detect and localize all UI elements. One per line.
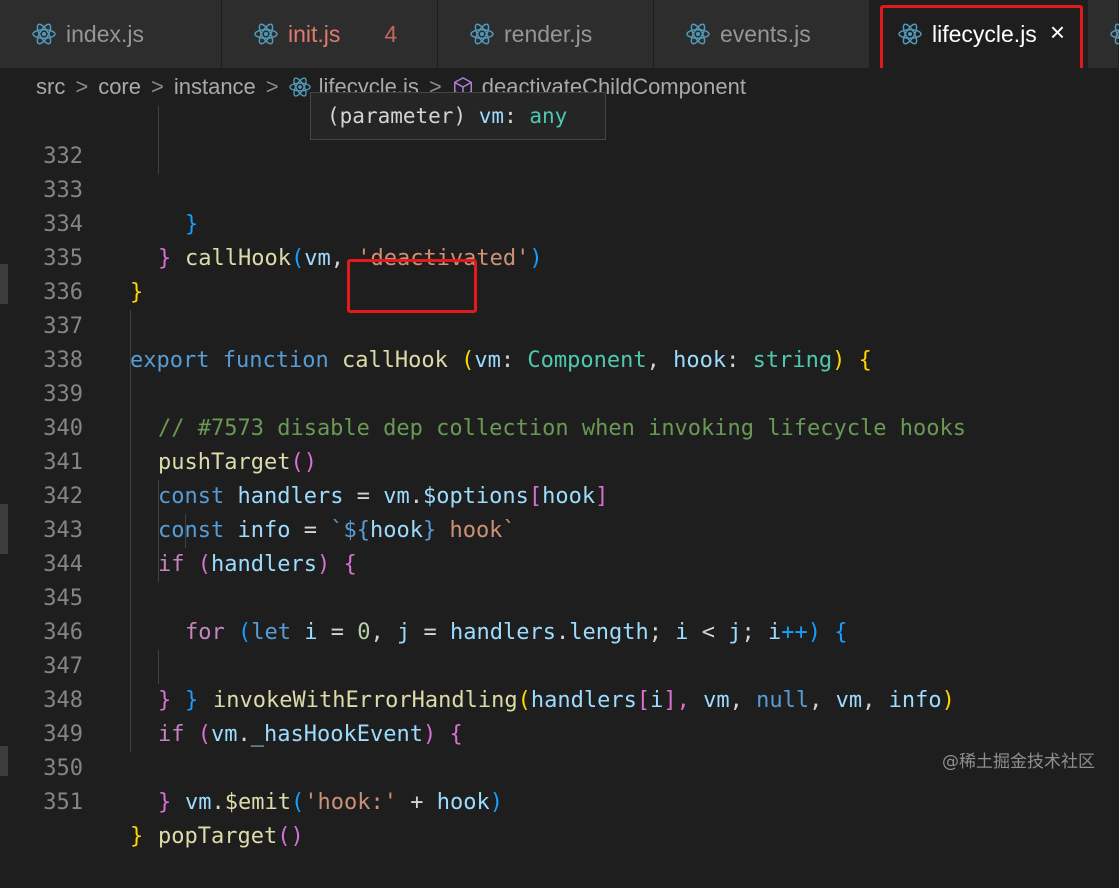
indent-guide (130, 548, 131, 582)
code-line[interactable]: 346 } (0, 582, 1119, 713)
react-icon (1110, 23, 1119, 45)
react-icon (470, 23, 494, 45)
indent-guide (130, 412, 131, 446)
indent-guide (185, 514, 186, 548)
tooltip-type: any (529, 104, 568, 128)
indent-guide (158, 514, 159, 548)
breadcrumb-separator: > (150, 74, 164, 99)
tab-label: index.js (66, 20, 144, 47)
code-line[interactable]: 349 } (0, 684, 1119, 815)
indent-guide (130, 514, 131, 548)
tab-label: render.js (504, 20, 593, 47)
hover-tooltip: (parameter) vm: any (310, 92, 606, 140)
code-line[interactable]: 341 const info = `${hook} hook` (0, 412, 1119, 543)
breadcrumb-instance[interactable]: instance (174, 74, 256, 100)
tooltip-colon: : (504, 104, 517, 128)
code-text: } (158, 790, 172, 815)
code-line[interactable]: 345 } (0, 548, 1119, 713)
code-text: popTarget() (158, 824, 304, 849)
react-icon (32, 23, 56, 45)
indent-guide (130, 582, 131, 616)
indent-guide (130, 684, 131, 718)
indent-guide (130, 650, 131, 684)
tab-index-js[interactable]: index.js (0, 0, 222, 68)
tab-events-js[interactable]: events.js (654, 0, 870, 68)
indent-guide (130, 378, 131, 412)
react-icon (898, 23, 922, 45)
code-editor[interactable]: 332 } 333 callHook(vm, 'deactivated') 33… (0, 106, 1119, 849)
tab-label: events.js (720, 20, 811, 47)
tab-lifecycle-js[interactable]: lifecycle.js × (870, 0, 1088, 68)
indent-guide (158, 548, 159, 582)
react-icon (686, 23, 710, 45)
tab-render-js[interactable]: render.js (438, 0, 654, 68)
indent-guide (130, 616, 131, 650)
problem-count-badge: 4 (384, 20, 398, 47)
indent-guide (130, 446, 131, 480)
react-icon (254, 23, 278, 45)
code-line[interactable]: 338 // #7573 disable dep collection when… (0, 310, 1119, 441)
code-line[interactable]: 343 for (let i = 0, j = handlers.length;… (0, 480, 1119, 645)
tab-overflow[interactable] (1088, 0, 1119, 68)
code-text: } (130, 824, 144, 849)
code-line[interactable]: 333 callHook(vm, 'deactivated') (0, 140, 1119, 271)
code-line[interactable]: 344 invokeWithErrorHandling(handlers[i],… (0, 514, 1119, 713)
code-line[interactable]: 347 if (vm._hasHookEvent) { (0, 616, 1119, 747)
indent-guide (130, 344, 131, 378)
tab-init-js[interactable]: init.js 4 (222, 0, 438, 68)
code-line[interactable]: 348 vm.$emit('hook:' + hook) (0, 650, 1119, 815)
close-icon[interactable]: × (1050, 18, 1065, 46)
tooltip-kind: parameter (339, 104, 454, 128)
tab-label: init.js (288, 20, 341, 47)
react-icon (288, 77, 311, 97)
line-number: 351 (43, 790, 83, 815)
indent-guide (130, 480, 131, 514)
indent-guide (158, 480, 159, 514)
code-text: vm.$emit('hook:' + hook) (185, 790, 503, 815)
code-line[interactable]: 334 } (0, 174, 1119, 271)
tooltip-name: vm (478, 104, 505, 128)
breadcrumb-separator: > (75, 74, 89, 99)
code-line[interactable]: 335 } (0, 208, 1119, 305)
indent-guide (130, 718, 131, 752)
breadcrumb-src[interactable]: src (36, 74, 65, 100)
breadcrumb-core[interactable]: core (98, 74, 141, 100)
indent-guide (158, 650, 159, 684)
code-line[interactable]: 340 const handlers = vm.$options[hook] (0, 378, 1119, 509)
indent-guide (158, 140, 159, 174)
tooltip-paren-open: ( (327, 104, 340, 128)
code-line[interactable]: 337 export function callHook (vm: Compon… (0, 276, 1119, 373)
code-line[interactable]: 339 pushTarget() (0, 344, 1119, 475)
code-line[interactable]: 342 if (handlers) { (0, 446, 1119, 577)
tab-bar: index.js init.js 4 render.js events.js l… (0, 0, 1119, 82)
watermark: @稀土掘金技术社区 (942, 752, 1095, 772)
indent-guide (130, 310, 131, 344)
tooltip-paren-close: ) (453, 104, 467, 128)
tab-label: lifecycle.js (932, 20, 1037, 47)
breadcrumb-separator: > (265, 74, 279, 99)
indent-guide (158, 106, 159, 140)
code-line[interactable]: 336 (0, 242, 1119, 305)
